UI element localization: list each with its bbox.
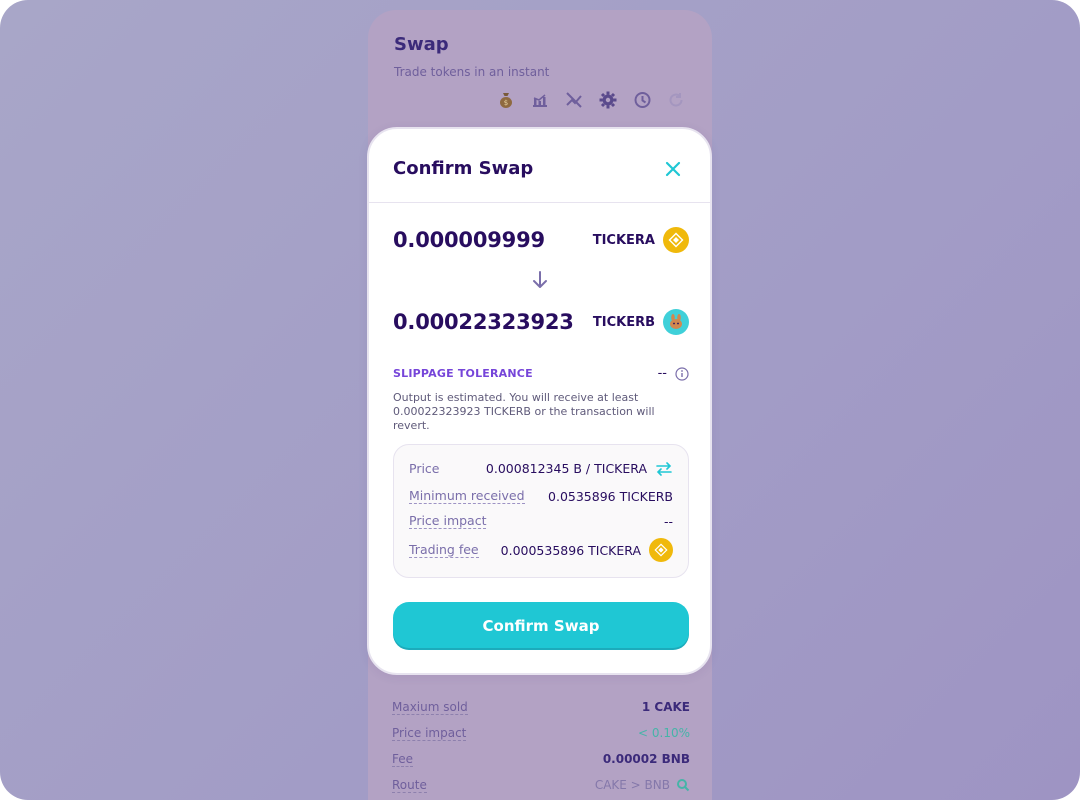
swap-toolbar: $ <box>494 88 688 112</box>
detail-row-price-impact: Price impact -- <box>409 513 673 529</box>
slippage-value-wrap: -- <box>658 366 689 381</box>
to-token-symbol: TICKERB <box>592 314 655 330</box>
summary-value: 0.00002 BNB <box>602 752 690 766</box>
detail-row-trading-fee: Trading fee 0.000535896 TICKERA <box>409 538 673 562</box>
search-icon[interactable] <box>676 778 690 792</box>
price-impact-label[interactable]: Price impact <box>409 513 487 529</box>
arrow-down-icon <box>533 271 547 288</box>
summary-value: < 0.10% <box>638 726 690 740</box>
swap-summary: Maxium sold 1 CAKE Price impact < 0.10% … <box>392 694 690 798</box>
from-token-symbol: TICKERA <box>592 232 655 248</box>
slippage-row: SLIPPAGE TOLERANCE -- <box>393 366 689 381</box>
from-token-row: 0.000009999 TICKERA <box>393 224 689 256</box>
confirm-swap-modal: Confirm Swap 0.000009999 TICKERA 0.00022… <box>367 127 712 675</box>
output-estimate-note: Output is estimated. You will receive at… <box>393 391 655 432</box>
detail-row-price: Price 0.000812345 B / TICKERA <box>409 461 673 476</box>
gear-icon[interactable] <box>596 88 620 112</box>
to-amount: 0.00022323923 <box>393 310 574 334</box>
modal-title: Confirm Swap <box>393 158 534 179</box>
trading-fee-label[interactable]: Trading fee <box>409 542 479 558</box>
bnb-logo-icon <box>649 538 673 562</box>
history-icon[interactable] <box>630 88 654 112</box>
trading-fee-value-wrap: 0.000535896 TICKERA <box>501 538 673 562</box>
summary-label: Price impact <box>392 725 467 741</box>
minimum-received-value: 0.0535896 TICKERB <box>548 488 673 504</box>
chart-icon[interactable] <box>528 88 552 112</box>
close-button[interactable] <box>662 158 684 180</box>
refresh-icon[interactable] <box>664 88 688 112</box>
summary-label: Fee <box>392 751 414 767</box>
cake-logo-icon <box>663 309 689 335</box>
route-value-wrap: CAKE > BNB <box>595 778 690 792</box>
svg-text:$: $ <box>504 99 508 107</box>
summary-label: Maxium sold <box>392 699 468 715</box>
from-token: TICKERA <box>593 227 689 253</box>
slippage-label: SLIPPAGE TOLERANCE <box>393 367 533 380</box>
swap-title: Swap <box>394 34 449 55</box>
modal-header: Confirm Swap <box>369 129 710 203</box>
route-value: CAKE > BNB <box>594 778 670 792</box>
slippage-value: -- <box>657 366 667 381</box>
swap-subtitle: Trade tokens in an instant <box>394 65 550 79</box>
trading-fee-value: 0.000535896 TICKERA <box>500 542 641 558</box>
bnb-logo-icon <box>663 227 689 253</box>
price-impact-value: -- <box>663 513 673 529</box>
price-value: 0.000812345 B / TICKERA <box>485 461 647 476</box>
minimum-received-label[interactable]: Minimum received <box>409 488 525 504</box>
summary-row-route: Route CAKE > BNB <box>392 772 690 798</box>
summary-value: 1 CAKE <box>641 700 690 714</box>
summary-row-fee: Fee 0.00002 BNB <box>392 746 690 772</box>
price-value-wrap: 0.000812345 B / TICKERA <box>486 461 673 476</box>
chart-off-icon[interactable] <box>562 88 586 112</box>
info-icon[interactable] <box>675 366 689 381</box>
to-token-row: 0.00022323923 TICKERB <box>393 306 689 338</box>
close-icon <box>665 161 681 177</box>
detail-row-minimum-received: Minimum received 0.0535896 TICKERB <box>409 488 673 504</box>
money-bag-icon[interactable]: $ <box>494 88 518 112</box>
swap-arrows-icon[interactable] <box>655 461 673 476</box>
from-amount: 0.000009999 <box>393 228 545 252</box>
confirm-swap-button[interactable]: Confirm Swap <box>393 602 689 650</box>
app-frame: Swap Trade tokens in an instant $ Maxium… <box>0 0 1080 800</box>
to-token: TICKERB <box>593 309 689 335</box>
swap-details-box: Price 0.000812345 B / TICKERA Minimum re… <box>393 444 689 578</box>
summary-row-max-sold: Maxium sold 1 CAKE <box>392 694 690 720</box>
summary-row-price-impact: Price impact < 0.10% <box>392 720 690 746</box>
summary-label: Route <box>392 777 427 793</box>
price-label: Price <box>409 461 440 476</box>
